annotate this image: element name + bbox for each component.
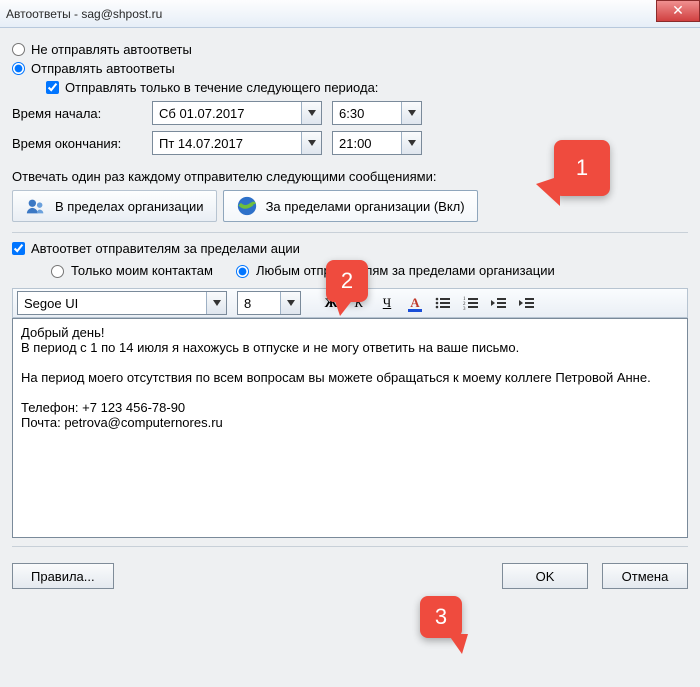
- button-row: Правила... OK Отмена: [12, 563, 688, 589]
- numbering-button[interactable]: 123: [459, 291, 483, 315]
- radio-dont-send-input[interactable]: [12, 43, 25, 56]
- radio-dont-send[interactable]: Не отправлять автоответы: [12, 42, 688, 57]
- font-color-button[interactable]: А: [403, 291, 427, 315]
- dialog-content: Не отправлять автоответы Отправлять авто…: [0, 28, 700, 687]
- start-time-field[interactable]: 6:30: [332, 101, 422, 125]
- callout-3: 3: [420, 596, 462, 638]
- start-date-dropdown[interactable]: [301, 102, 321, 124]
- tab-outside-label: За пределами организации (Вкл): [266, 199, 465, 214]
- font-value: Segoe UI: [18, 296, 206, 311]
- size-dropdown[interactable]: [280, 292, 300, 314]
- callout-2: 2: [326, 260, 368, 302]
- bottom-divider: [12, 546, 688, 547]
- window-title: Автоответы - sag@shpost.ru: [6, 7, 162, 21]
- svg-text:3: 3: [463, 307, 466, 310]
- radio-contacts-input[interactable]: [51, 265, 64, 278]
- end-date-dropdown[interactable]: [301, 132, 321, 154]
- people-icon: [25, 195, 47, 217]
- start-time-dropdown[interactable]: [401, 102, 421, 124]
- radio-send[interactable]: Отправлять автоответы: [12, 61, 688, 76]
- start-date-value: Сб 01.07.2017: [153, 106, 301, 121]
- close-button[interactable]: ✕: [656, 0, 700, 22]
- globe-icon: [236, 195, 258, 217]
- cancel-button[interactable]: Отмена: [602, 563, 688, 589]
- size-select[interactable]: 8: [237, 291, 301, 315]
- outside-checkbox-row[interactable]: Автоответ отправителям за пределами ации: [12, 241, 688, 256]
- tab-inside-label: В пределах организации: [55, 199, 204, 214]
- end-time-field[interactable]: 21:00: [332, 131, 422, 155]
- start-row: Время начала: Сб 01.07.2017 6:30: [12, 101, 688, 125]
- font-dropdown[interactable]: [206, 292, 226, 314]
- period-checkbox[interactable]: [46, 81, 59, 94]
- start-label: Время начала:: [12, 106, 152, 121]
- title-bar: Автоответы - sag@shpost.ru ✕: [0, 0, 700, 28]
- radio-anyone-input[interactable]: [236, 265, 249, 278]
- radio-send-input[interactable]: [12, 62, 25, 75]
- divider: [12, 232, 688, 233]
- rules-button[interactable]: Правила...: [12, 563, 114, 589]
- radio-dont-send-label: Не отправлять автоответы: [31, 42, 192, 57]
- indent-button[interactable]: [515, 291, 539, 315]
- start-date-field[interactable]: Сб 01.07.2017: [152, 101, 322, 125]
- end-date-field[interactable]: Пт 14.07.2017: [152, 131, 322, 155]
- end-time-value: 21:00: [333, 136, 401, 151]
- tab-outside-org[interactable]: За пределами организации (Вкл): [223, 190, 478, 222]
- outside-checkbox-label: Автоответ отправителям за пределами ации: [31, 241, 300, 256]
- bullets-button[interactable]: [431, 291, 455, 315]
- outdent-button[interactable]: [487, 291, 511, 315]
- radio-anyone-label: Любым отправителям за пределами организа…: [256, 263, 555, 278]
- radio-anyone[interactable]: Любым отправителям за пределами организа…: [231, 262, 555, 278]
- end-date-value: Пт 14.07.2017: [153, 136, 301, 151]
- end-time-dropdown[interactable]: [401, 132, 421, 154]
- radio-contacts-label: Только моим контактам: [71, 263, 213, 278]
- radio-contacts-only[interactable]: Только моим контактам: [46, 262, 213, 278]
- outside-checkbox[interactable]: [12, 242, 25, 255]
- period-checkbox-row[interactable]: Отправлять только в течение следующего п…: [46, 80, 688, 95]
- underline-button[interactable]: Ч: [375, 291, 399, 315]
- period-checkbox-label: Отправлять только в течение следующего п…: [65, 80, 378, 95]
- start-time-value: 6:30: [333, 106, 401, 121]
- tab-inside-org[interactable]: В пределах организации: [12, 190, 217, 222]
- message-editor[interactable]: Добрый день! В период с 1 по 14 июля я н…: [12, 318, 688, 538]
- end-label: Время окончания:: [12, 136, 152, 151]
- font-select[interactable]: Segoe UI: [17, 291, 227, 315]
- callout-1: 1: [554, 140, 610, 196]
- size-value: 8: [238, 296, 280, 311]
- radio-send-label: Отправлять автоответы: [31, 61, 175, 76]
- ok-button[interactable]: OK: [502, 563, 588, 589]
